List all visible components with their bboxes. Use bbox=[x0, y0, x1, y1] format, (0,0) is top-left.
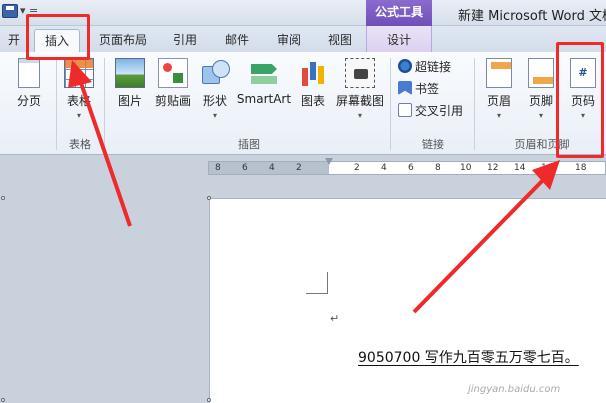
screenshot-button[interactable]: 屏幕截图 ▾ bbox=[334, 58, 386, 120]
document-title: 新建 Microsoft Word 文档 bbox=[458, 9, 606, 24]
bookmark-icon bbox=[398, 81, 412, 95]
cross-reference-button[interactable]: 交叉引用 bbox=[398, 102, 463, 119]
header-button[interactable]: 页眉 ▾ bbox=[482, 58, 516, 120]
ruler-tick: 12 bbox=[487, 163, 499, 173]
resize-handle bbox=[1, 398, 5, 402]
ribbon-tab-row: 开始 插入 页面布局 引用 邮件 审阅 视图 设计 bbox=[0, 26, 606, 52]
group-separator bbox=[474, 58, 475, 150]
hyperlink-button[interactable]: 超链接 bbox=[398, 58, 451, 75]
group-label-illustrations: 插图 bbox=[238, 138, 260, 151]
chart-icon bbox=[298, 58, 328, 88]
group-separator bbox=[104, 58, 105, 150]
tab-mailings[interactable]: 邮件 bbox=[218, 29, 256, 52]
tab-design[interactable]: 设计 bbox=[366, 26, 432, 52]
header-icon bbox=[486, 58, 512, 88]
save-icon[interactable] bbox=[2, 4, 18, 18]
title-bar: ▾ = 公式工具 新建 Microsoft Word 文档 bbox=[0, 0, 606, 26]
ruler-tick: 2 bbox=[296, 163, 302, 173]
margin-crop-mark bbox=[306, 272, 328, 294]
indent-marker[interactable] bbox=[325, 158, 333, 178]
document-page[interactable] bbox=[209, 198, 606, 403]
cross-reference-icon bbox=[398, 103, 412, 117]
horizontal-ruler[interactable]: 8 6 4 2 2 4 6 8 10 12 14 16 18 bbox=[208, 158, 606, 178]
ruler-tick: 8 bbox=[435, 163, 441, 173]
clipart-button[interactable]: 剪贴画 bbox=[152, 58, 194, 109]
tab-references[interactable]: 引用 bbox=[166, 29, 204, 52]
highlight-page-number bbox=[556, 42, 604, 158]
shapes-icon bbox=[200, 58, 230, 88]
tab-page-layout[interactable]: 页面布局 bbox=[92, 29, 154, 52]
ruler-tick: 18 bbox=[575, 163, 587, 173]
table-icon bbox=[64, 58, 94, 88]
ruler-tick: 4 bbox=[269, 163, 275, 173]
group-separator bbox=[390, 58, 391, 150]
ribbon: 分页 表格 ▾ 表格 图片 剪贴画 形状 ▾ SmartArt 图表 屏幕截图 … bbox=[0, 52, 606, 155]
picture-icon bbox=[115, 58, 145, 88]
chart-button[interactable]: 图表 bbox=[296, 58, 330, 109]
tab-view[interactable]: 视图 bbox=[320, 29, 360, 52]
ruler-tick: 10 bbox=[460, 163, 472, 173]
table-button[interactable]: 表格 ▾ bbox=[62, 58, 96, 120]
resize-handle bbox=[1, 196, 5, 200]
footer-icon bbox=[528, 58, 554, 88]
bookmark-button[interactable]: 书签 bbox=[398, 80, 439, 97]
ruler-tick: 16 bbox=[541, 163, 553, 173]
resize-handle bbox=[207, 196, 211, 200]
document-text[interactable]: 9050700 写作九百零五万零七百。 bbox=[358, 347, 579, 367]
clipart-icon bbox=[158, 58, 188, 88]
ruler-tick: 6 bbox=[408, 163, 414, 173]
ruler-tick: 6 bbox=[242, 163, 248, 173]
ruler-tick: 2 bbox=[354, 163, 360, 173]
group-label-tables: 表格 bbox=[69, 138, 91, 151]
equation-tools-header: 公式工具 bbox=[366, 0, 432, 26]
hyperlink-icon bbox=[398, 59, 412, 73]
screenshot-icon bbox=[345, 58, 375, 88]
highlight-insert-tab bbox=[26, 14, 90, 60]
paragraph-mark: ↵ bbox=[330, 312, 340, 325]
watermark: jingyan.baidu.com bbox=[468, 384, 561, 395]
footer-button[interactable]: 页脚 ▾ bbox=[524, 58, 558, 120]
page-break-icon bbox=[18, 58, 40, 88]
ruler-tick: 4 bbox=[381, 163, 387, 173]
page-break-button[interactable]: 分页 bbox=[12, 58, 46, 109]
group-label-links: 链接 bbox=[422, 138, 444, 151]
resize-handle bbox=[207, 398, 211, 402]
picture-button[interactable]: 图片 bbox=[112, 58, 148, 109]
shapes-button[interactable]: 形状 ▾ bbox=[198, 58, 232, 120]
smartart-icon bbox=[249, 58, 279, 88]
ruler-tick: 14 bbox=[514, 163, 526, 173]
group-separator bbox=[56, 58, 57, 150]
tab-home[interactable]: 开始 bbox=[0, 29, 20, 52]
smartart-button[interactable]: SmartArt bbox=[236, 58, 292, 106]
ruler-tick: 8 bbox=[215, 163, 221, 173]
tab-review[interactable]: 审阅 bbox=[270, 29, 308, 52]
